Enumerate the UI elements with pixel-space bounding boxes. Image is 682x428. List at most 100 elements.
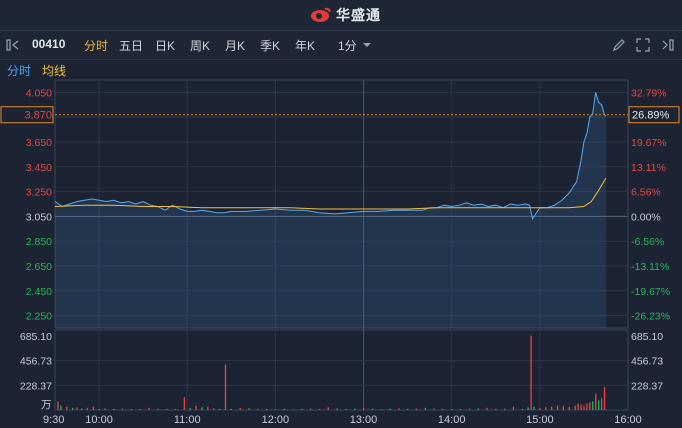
volume-bar: [574, 405, 576, 410]
volume-tick-label: 456.73: [631, 356, 663, 368]
volume-tick-label: 456.73: [20, 356, 52, 368]
volume-bar: [121, 408, 124, 410]
volume-tick-label: 685.10: [631, 331, 663, 343]
volume-bar: [174, 409, 177, 410]
percent-tick-label: -13.11%: [631, 261, 669, 273]
volume-bar: [380, 409, 382, 410]
volume-bar: [139, 408, 141, 410]
volume-bar: [248, 408, 250, 410]
time-tick-label: 9:30: [43, 414, 64, 426]
volume-bar: [562, 406, 565, 410]
volume-bar: [86, 407, 89, 410]
cursor-price-label: 3.870: [24, 110, 52, 122]
volume-bar: [201, 407, 203, 410]
price-tick-label: 3.250: [26, 187, 52, 199]
volume-bar: [371, 408, 374, 410]
volume-bar: [407, 408, 409, 410]
volume-bar: [486, 407, 488, 410]
percent-tick-label: 0.00%: [631, 211, 661, 223]
volume-bar: [595, 393, 597, 410]
price-tick-label: 3.650: [26, 137, 52, 149]
volume-bar: [521, 408, 523, 410]
volume-bar: [148, 407, 150, 410]
volume-bar: [274, 409, 277, 410]
price-tick-label: 2.450: [26, 286, 52, 298]
volume-bar: [230, 408, 233, 410]
volume-bar: [551, 406, 553, 410]
volume-bar: [310, 408, 312, 410]
time-tick-label: 11:00: [174, 414, 201, 426]
volume-bar: [283, 408, 285, 410]
volume-bar: [424, 407, 426, 410]
volume-bar: [224, 364, 227, 410]
volume-bar: [292, 409, 294, 410]
volume-bar: [477, 408, 479, 410]
percent-tick-label: 13.11%: [631, 162, 666, 174]
volume-bar: [577, 403, 579, 410]
time-tick-label: 15:00: [526, 414, 554, 426]
volume-bar: [327, 407, 329, 410]
volume-unit-label: 万: [41, 399, 52, 411]
volume-bar: [556, 405, 559, 410]
time-tick-label: 16:00: [614, 414, 642, 426]
percent-tick-label: -6.56%: [631, 236, 664, 248]
time-tick-label: 13:00: [350, 414, 378, 426]
price-tick-label: 2.650: [26, 261, 52, 273]
volume-bar: [130, 409, 133, 410]
percent-tick-label: -26.23%: [631, 311, 670, 323]
price-tick-label: 3.450: [26, 162, 52, 174]
volume-tick-label: 228.37: [20, 380, 52, 392]
volume-tick-label: 228.37: [631, 380, 663, 392]
volume-bar: [442, 408, 444, 410]
volume-bar: [57, 401, 59, 410]
volume-bar: [512, 406, 515, 410]
time-tick-label: 10:00: [85, 414, 113, 426]
volume-bar: [345, 408, 347, 410]
volume-bar: [459, 409, 462, 410]
volume-bar: [301, 408, 303, 410]
volume-bar: [92, 406, 94, 410]
volume-bar: [451, 408, 453, 410]
volume-bar: [589, 402, 591, 410]
volume-bar: [539, 407, 541, 410]
volume-bar: [398, 408, 400, 410]
volume-bar: [433, 408, 435, 410]
volume-bar: [603, 387, 606, 410]
volume-bar: [545, 407, 547, 410]
volume-bar: [72, 407, 74, 410]
volume-bar: [568, 406, 570, 410]
volume-bar: [189, 407, 191, 410]
volume-bar: [389, 408, 391, 410]
volume-bar: [336, 408, 338, 410]
volume-bar: [195, 405, 197, 410]
volume-bar: [80, 408, 83, 410]
volume-bar: [104, 408, 106, 410]
volume-bar: [98, 408, 100, 410]
volume-bar: [533, 406, 535, 410]
volume-bar: [503, 408, 506, 410]
volume-bar: [592, 401, 594, 410]
volume-bar: [183, 397, 185, 410]
volume-bar: [468, 408, 471, 410]
volume-bar: [600, 398, 603, 410]
volume-bar: [527, 407, 529, 410]
volume-bar: [60, 405, 62, 410]
time-tick-label: 14:00: [438, 414, 466, 426]
volume-bar: [598, 400, 600, 410]
volume-bar: [318, 409, 321, 410]
volume-tick-label: 685.10: [20, 331, 52, 343]
volume-bar: [586, 403, 588, 410]
volume-bar: [166, 408, 168, 410]
volume-bar: [207, 406, 209, 410]
volume-bar: [239, 407, 241, 410]
volume-bar: [265, 408, 268, 410]
percent-tick-label: 19.67%: [631, 137, 667, 149]
price-tick-label: 2.850: [26, 236, 52, 248]
volume-bar: [362, 407, 365, 410]
volume-bar: [213, 408, 215, 410]
price-tick-label: 2.250: [26, 311, 52, 323]
volume-bar: [157, 408, 159, 410]
percent-tick-label: 32.79%: [631, 87, 667, 99]
chart-canvas[interactable]: 4.050 3.650 3.450 3.250 3.050 2.850 2.650 2.450…: [0, 0, 682, 428]
volume-bar: [415, 408, 418, 410]
